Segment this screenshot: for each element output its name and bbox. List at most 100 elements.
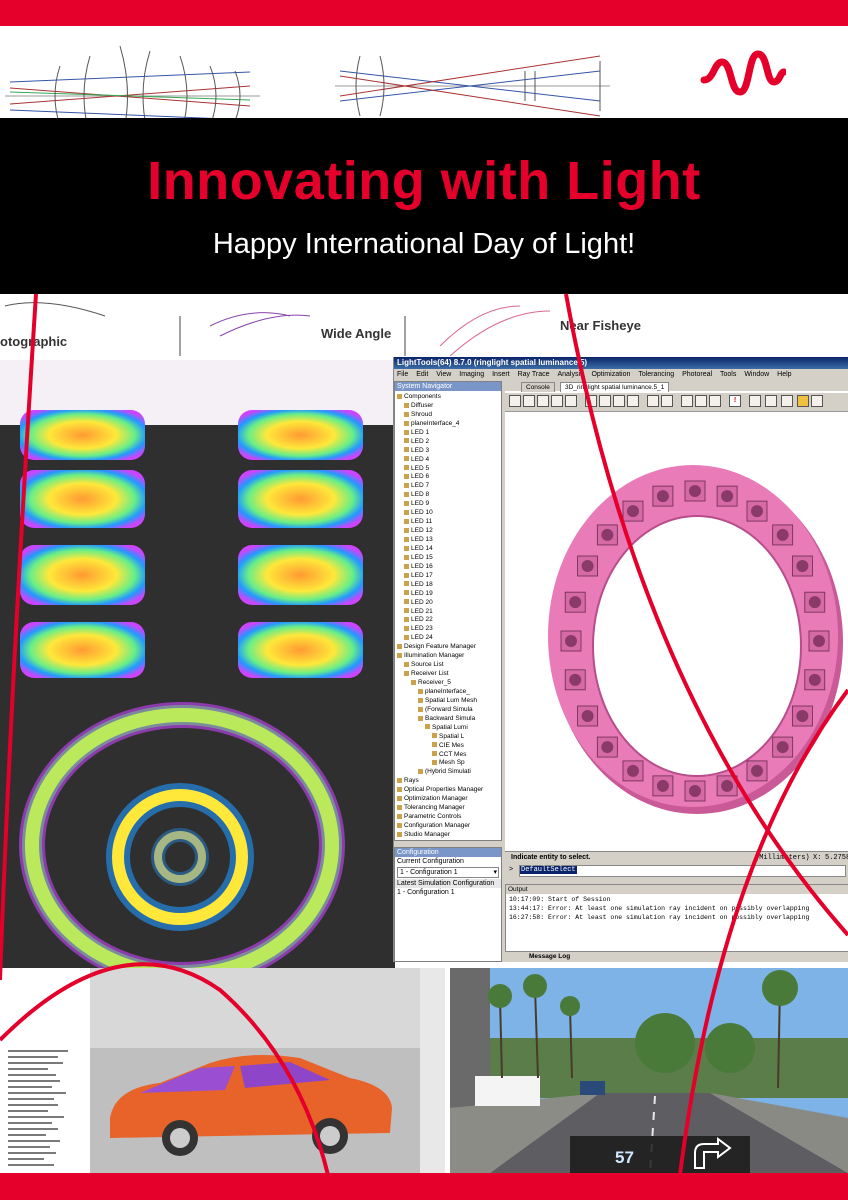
- menu-photoreal[interactable]: Photoreal: [682, 371, 712, 378]
- tree-item[interactable]: LED 11: [397, 518, 483, 527]
- toolbar-select-icon[interactable]: [509, 395, 521, 407]
- tree-item[interactable]: LED 7: [397, 482, 483, 491]
- tree-node-icon: [404, 509, 409, 515]
- tree-item[interactable]: LED 6: [397, 473, 483, 482]
- toolbar-measure-icon[interactable]: [647, 395, 659, 407]
- menu-tools[interactable]: Tools: [720, 371, 736, 378]
- tree-item[interactable]: CCT Mes: [397, 751, 483, 760]
- menu-insert[interactable]: Insert: [492, 371, 510, 378]
- tree-item-label: Spatial Lumi: [432, 723, 468, 731]
- toolbar-render-icon[interactable]: [709, 395, 721, 407]
- tree-node-icon: [404, 590, 409, 596]
- 3d-view[interactable]: Console 3D_ringlight spatial luminance.5…: [505, 381, 848, 851]
- tree-item[interactable]: Backward Simula: [397, 715, 483, 724]
- tree-item[interactable]: Receiver List: [397, 670, 483, 679]
- menu-view[interactable]: View: [436, 371, 451, 378]
- tree-item[interactable]: LED 23: [397, 625, 483, 634]
- tree-item[interactable]: LED 24: [397, 634, 483, 643]
- toolbar-settings-icon[interactable]: [765, 395, 777, 407]
- toolbar-grid-icon[interactable]: [627, 395, 639, 407]
- toolbar-ruler-icon[interactable]: [661, 395, 673, 407]
- menu-tolerancing[interactable]: Tolerancing: [638, 371, 674, 378]
- menu-imaging[interactable]: Imaging: [459, 371, 484, 378]
- tab-3d-view[interactable]: 3D_ringlight spatial luminance.5_1: [560, 382, 670, 392]
- tree-node-icon: [397, 822, 402, 828]
- menu-help[interactable]: Help: [777, 371, 791, 378]
- tree-item[interactable]: LED 17: [397, 572, 483, 581]
- tree-item[interactable]: LED 22: [397, 616, 483, 625]
- tree-item-label: LED 8: [411, 491, 430, 499]
- tree-item[interactable]: LED 4: [397, 456, 483, 465]
- toolbar-zoom-out-icon[interactable]: [551, 395, 563, 407]
- menu-optimization[interactable]: Optimization: [591, 371, 630, 378]
- tree-item[interactable]: LED 10: [397, 509, 483, 518]
- tree-item-label: LED 11: [411, 518, 433, 526]
- current-config-select[interactable]: 1 - Configuration 1 ▾: [397, 867, 499, 878]
- tree-item[interactable]: LED 14: [397, 545, 483, 554]
- tree-item[interactable]: Tolerancing Manager: [397, 804, 483, 813]
- tree-item[interactable]: Diffuser: [397, 402, 483, 411]
- street-graphic: [450, 968, 848, 1173]
- tree-item[interactable]: Optimization Manager: [397, 795, 483, 804]
- tree-item[interactable]: CIE Mes: [397, 742, 483, 751]
- menu-edit[interactable]: Edit: [416, 371, 428, 378]
- tree-item[interactable]: LED 3: [397, 447, 483, 456]
- tree-item[interactable]: Parametric Controls: [397, 813, 483, 822]
- toolbar-tools-icon[interactable]: [749, 395, 761, 407]
- menu-ray-trace[interactable]: Ray Trace: [518, 371, 550, 378]
- tree-item[interactable]: LED 12: [397, 527, 483, 536]
- tree-item[interactable]: Design Feature Manager: [397, 643, 483, 652]
- toolbar-zoom-in-icon[interactable]: [537, 395, 549, 407]
- tree-item[interactable]: Source List: [397, 661, 483, 670]
- tree-item[interactable]: planeInterface_4: [397, 420, 483, 429]
- menu-window[interactable]: Window: [744, 371, 769, 378]
- toolbar-delete-icon[interactable]: [781, 395, 793, 407]
- led-emitter: [776, 528, 789, 541]
- tree-item[interactable]: LED 20: [397, 599, 483, 608]
- tree-item[interactable]: planeInterface_: [397, 688, 483, 697]
- tree-item[interactable]: (Forward Simula: [397, 706, 483, 715]
- tree-item[interactable]: Spatial L: [397, 733, 483, 742]
- tree-item[interactable]: Shroud: [397, 411, 483, 420]
- toolbar-pan-icon[interactable]: [565, 395, 577, 407]
- tree-item[interactable]: Rays: [397, 777, 483, 786]
- toolbar-rotate-icon[interactable]: [585, 395, 597, 407]
- toolbar-help-icon[interactable]: [811, 395, 823, 407]
- toolbar-trace-icon[interactable]: [695, 395, 707, 407]
- tree-item[interactable]: LED 16: [397, 563, 483, 572]
- tree-item-label: LED 9: [411, 500, 430, 508]
- tree-item-label: Shroud: [411, 410, 432, 418]
- tree-item[interactable]: Studio Manager: [397, 831, 483, 840]
- tab-message-log[interactable]: Message Log: [529, 952, 570, 962]
- tree-item[interactable]: Mesh Sp: [397, 759, 483, 768]
- tree-item[interactable]: LED 8: [397, 491, 483, 500]
- tree-item-label: LED 22: [411, 616, 433, 624]
- tree-item[interactable]: LED 19: [397, 590, 483, 599]
- tree-item[interactable]: LED 2: [397, 438, 483, 447]
- toolbar-export-icon[interactable]: [797, 395, 809, 407]
- toolbar-alert-icon[interactable]: !: [729, 395, 741, 407]
- tree-item[interactable]: LED 1: [397, 429, 483, 438]
- tab-console[interactable]: Console: [521, 382, 555, 392]
- tree-item[interactable]: (Hybrid Simulati: [397, 768, 483, 777]
- menu-analysis[interactable]: Analysis: [557, 371, 583, 378]
- toolbar-view-icon[interactable]: [613, 395, 625, 407]
- menu-file[interactable]: File: [397, 371, 408, 378]
- tree-item[interactable]: LED 18: [397, 581, 483, 590]
- tree-item[interactable]: LED 13: [397, 536, 483, 545]
- command-input[interactable]: DefaultSelect: [519, 865, 846, 877]
- toolbar-zoom-icon[interactable]: [523, 395, 535, 407]
- tree-item[interactable]: LED 5: [397, 465, 483, 474]
- tree-item[interactable]: Optical Properties Manager: [397, 786, 483, 795]
- tree-item[interactable]: Configuration Manager: [397, 822, 483, 831]
- tree-item[interactable]: Components: [397, 393, 483, 402]
- tree-item[interactable]: Illumination Manager: [397, 652, 483, 661]
- toolbar-pointer-icon[interactable]: [681, 395, 693, 407]
- tree-item[interactable]: Spatial Lum Mesh: [397, 697, 483, 706]
- toolbar-fit-icon[interactable]: [599, 395, 611, 407]
- tree-item[interactable]: Spatial Lumi: [397, 724, 483, 733]
- tree-item[interactable]: LED 9: [397, 500, 483, 509]
- tree-item[interactable]: LED 15: [397, 554, 483, 563]
- tree-item[interactable]: LED 21: [397, 608, 483, 617]
- tree-item[interactable]: Receiver_5: [397, 679, 483, 688]
